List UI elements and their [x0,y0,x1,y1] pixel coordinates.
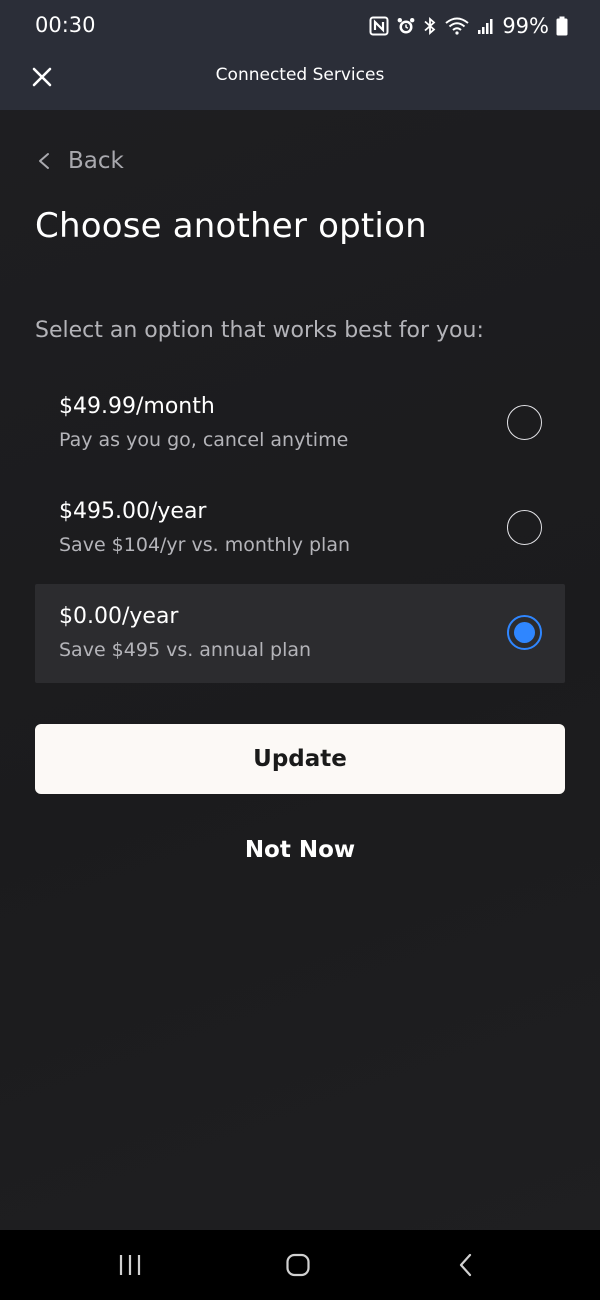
status-bar: 00:30 99% [0,0,600,52]
back-button[interactable]: Back [36,148,124,174]
recent-apps-icon [119,1255,141,1275]
radio-button[interactable] [507,405,542,440]
app-header: Connected Services [0,52,600,110]
option-price: $0.00/year [59,604,179,629]
radio-button-selected[interactable] [507,615,542,650]
back-icon [459,1253,472,1277]
radio-dot [514,622,535,643]
chevron-left-icon [39,153,49,169]
update-button[interactable]: Update [35,724,565,794]
option-description: Pay as you go, cancel anytime [59,429,349,451]
bluetooth-icon [423,16,437,36]
plan-option-annual[interactable]: $495.00/year Save $104/yr vs. monthly pl… [35,479,565,578]
plan-option-monthly[interactable]: $49.99/month Pay as you go, cancel anyti… [35,374,565,473]
system-nav-bar [0,1230,600,1300]
not-now-button[interactable]: Not Now [0,837,600,863]
nfc-icon [369,16,389,36]
page-subtitle: Select an option that works best for you… [35,318,484,343]
top-area: 00:30 99% Connected Services [0,0,600,110]
alarm-icon [396,16,416,36]
status-icons: 99% [369,12,568,40]
signal-icon [477,17,495,35]
home-icon [286,1253,310,1277]
radio-button[interactable] [507,510,542,545]
plan-options: $49.99/month Pay as you go, cancel anyti… [35,374,565,689]
plan-option-free[interactable]: $0.00/year Save $495 vs. annual plan [35,584,565,683]
battery-icon [556,16,568,36]
page-title: Choose another option [35,206,427,246]
option-description: Save $104/yr vs. monthly plan [59,534,351,556]
home-button[interactable] [285,1252,311,1282]
option-price: $49.99/month [59,394,215,419]
wifi-icon [444,16,470,36]
back-label: Back [68,148,124,174]
main-content: Back Choose another option Select an opt… [0,110,600,1230]
nav-back-button[interactable] [456,1252,476,1282]
battery-percent: 99% [502,14,549,38]
option-price: $495.00/year [59,499,207,524]
option-description: Save $495 vs. annual plan [59,639,312,661]
status-time: 00:30 [35,13,96,37]
recent-apps-button[interactable] [118,1252,142,1282]
header-title: Connected Services [215,65,385,85]
